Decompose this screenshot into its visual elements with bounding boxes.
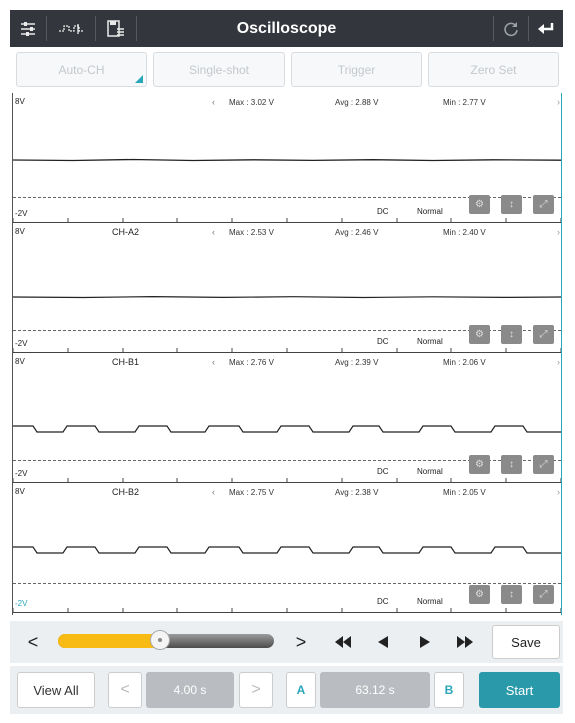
scope-display: 8V ‹ Max : 3.02 V Avg : 2.88 V Min : 2.7… <box>12 93 562 615</box>
channel-panel-b1[interactable]: 8V CH-B1 ‹ Max : 2.76 V Avg : 2.39 V Min… <box>13 353 561 483</box>
coupling-label: DC <box>377 597 389 606</box>
channel-panel-b2[interactable]: 8V CH-B2 ‹ Max : 2.75 V Avg : 2.38 V Min… <box>13 483 561 613</box>
channel-settings-icon[interactable]: ⚙ <box>469 585 490 604</box>
save-button[interactable]: Save <box>492 625 560 659</box>
time-increase-button[interactable]: > <box>239 672 273 708</box>
cursor-b-button[interactable]: B <box>434 672 464 708</box>
fast-forward-icon[interactable] <box>450 621 480 663</box>
channel-arrow-icon[interactable]: ↕ <box>501 455 522 474</box>
rewind-icon[interactable] <box>328 621 358 663</box>
scale-bottom-label: -2V <box>15 469 28 478</box>
channel-panel-1[interactable]: 8V ‹ Max : 3.02 V Avg : 2.88 V Min : 2.7… <box>13 93 561 223</box>
zero-set-button[interactable]: Zero Set <box>428 52 559 87</box>
timeline-slider-fill <box>58 634 160 648</box>
channel-arrow-icon[interactable]: ↕ <box>501 195 522 214</box>
time-scale-value: 4.00 s <box>146 672 234 708</box>
expand-icon[interactable]: ⤢ <box>533 325 554 344</box>
channel-arrow-icon[interactable]: ↕ <box>501 585 522 604</box>
coupling-label: DC <box>377 467 389 476</box>
mode-label: Normal <box>417 207 443 216</box>
step-forward-icon[interactable] <box>410 621 440 663</box>
coupling-label: DC <box>377 337 389 346</box>
single-shot-button[interactable]: Single-shot <box>153 52 285 87</box>
auto-ch-button[interactable]: Auto-CH <box>16 52 147 87</box>
slider-left-button[interactable]: < <box>20 621 46 663</box>
time-axis-ticks <box>13 218 561 222</box>
start-button[interactable]: Start <box>479 672 560 708</box>
time-axis-ticks <box>13 348 561 352</box>
step-back-icon[interactable] <box>368 621 398 663</box>
channel-panel-a2[interactable]: 8V CH-A2 ‹ Max : 2.53 V Avg : 2.46 V Min… <box>13 223 561 353</box>
timeline-slider[interactable] <box>58 630 274 650</box>
expand-icon[interactable]: ⤢ <box>533 195 554 214</box>
view-all-button[interactable]: View All <box>17 672 95 708</box>
playback-bar: < > Save <box>10 621 563 663</box>
cursor-a-button[interactable]: A <box>286 672 316 708</box>
zero-set-label: Zero Set <box>470 62 517 77</box>
time-axis-ticks <box>13 608 561 612</box>
zero-reference-line <box>13 583 561 584</box>
timeline-slider-knob[interactable] <box>150 630 170 650</box>
mode-label: Normal <box>417 467 443 476</box>
channel-settings-icon[interactable]: ⚙ <box>469 195 490 214</box>
save-file-icon[interactable] <box>96 10 136 47</box>
time-axis-ticks <box>13 478 561 482</box>
trigger-label: Trigger <box>337 62 376 77</box>
trigger-button[interactable]: Trigger <box>291 52 422 87</box>
channel-settings-icon[interactable]: ⚙ <box>469 455 490 474</box>
scale-bottom-label: -2V <box>15 599 28 608</box>
scale-bottom-label: -2V <box>15 209 28 218</box>
bottom-toolbar: View All < 4.00 s > A 63.12 s B Start <box>10 666 563 714</box>
channel-arrow-icon[interactable]: ↕ <box>501 325 522 344</box>
expand-icon[interactable]: ⤢ <box>533 455 554 474</box>
settings-sliders-icon[interactable] <box>10 10 46 47</box>
title-bar: Oscilloscope <box>10 10 563 47</box>
slider-right-button[interactable]: > <box>288 621 314 663</box>
cursor-time-value: 63.12 s <box>320 672 430 708</box>
auto-ch-label: Auto-CH <box>58 62 105 77</box>
mode-label: Normal <box>417 337 443 346</box>
refresh-icon[interactable] <box>494 10 528 47</box>
single-shot-label: Single-shot <box>188 62 250 77</box>
expand-icon[interactable]: ⤢ <box>533 585 554 604</box>
mode-label: Normal <box>417 597 443 606</box>
scale-bottom-label: -2V <box>15 339 28 348</box>
waveform-signal-icon[interactable] <box>47 10 95 47</box>
time-decrease-button[interactable]: < <box>108 672 142 708</box>
dropdown-corner-icon <box>135 75 143 83</box>
channel-settings-icon[interactable]: ⚙ <box>469 325 490 344</box>
back-return-icon[interactable] <box>529 10 563 47</box>
coupling-label: DC <box>377 207 389 216</box>
